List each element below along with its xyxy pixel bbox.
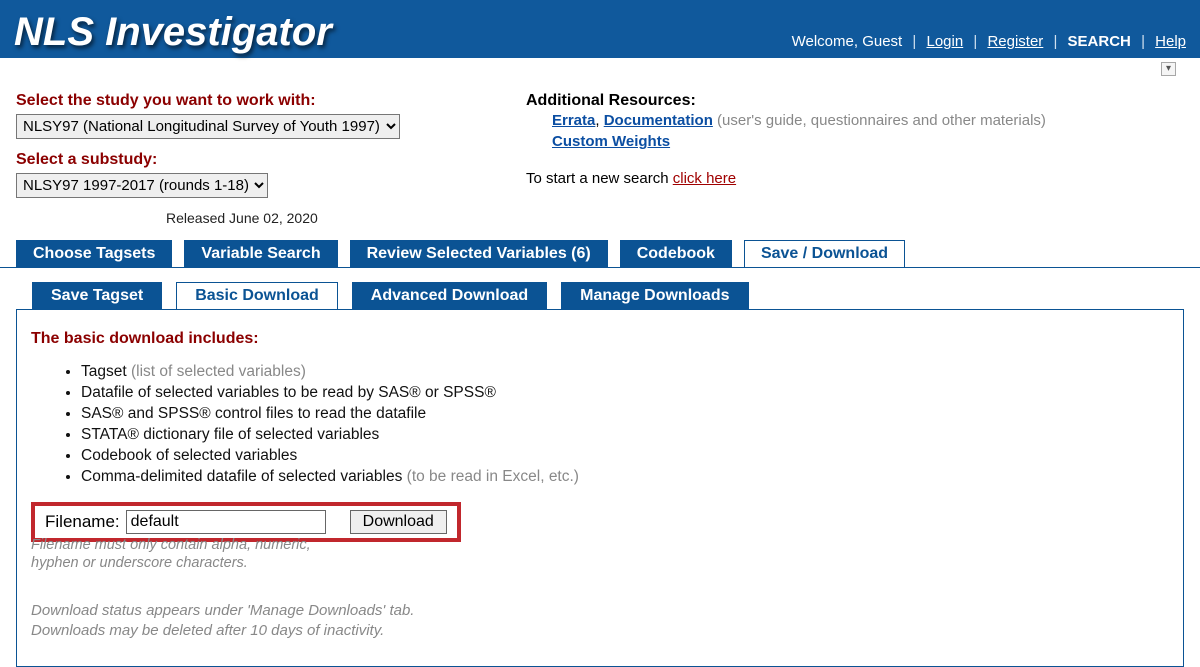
welcome-text: Welcome, Guest <box>792 33 903 50</box>
list-item: Codebook of selected variables <box>81 446 1169 467</box>
tab-variable-search[interactable]: Variable Search <box>184 240 337 268</box>
list-item: Tagset (list of selected variables) <box>81 362 1169 383</box>
tab-choose-tagsets[interactable]: Choose Tagsets <box>16 240 172 268</box>
collapse-icon[interactable]: ▾ <box>1161 62 1176 76</box>
content-panel: The basic download includes: Tagset (lis… <box>16 309 1184 667</box>
app-title: NLS Investigator <box>14 12 332 52</box>
list-item: Datafile of selected variables to be rea… <box>81 383 1169 404</box>
tab-manage-downloads[interactable]: Manage Downloads <box>561 282 748 310</box>
tab-basic-download[interactable]: Basic Download <box>176 282 338 310</box>
start-search-link[interactable]: click here <box>673 170 736 187</box>
released-text: Released June 02, 2020 <box>166 210 486 226</box>
substudy-label: Select a substudy: <box>16 151 486 169</box>
tab-codebook[interactable]: Codebook <box>620 240 732 268</box>
custom-weights-link[interactable]: Custom Weights <box>552 133 670 150</box>
list-item: Comma-delimited datafile of selected var… <box>81 467 1169 488</box>
filename-hint: Filename must only contain alpha, numeri… <box>31 536 1169 574</box>
errata-link[interactable]: Errata <box>552 112 595 129</box>
secondary-tabs: Save Tagset Basic Download Advanced Down… <box>32 282 1184 310</box>
tab-review-selected[interactable]: Review Selected Variables (6) <box>350 240 608 268</box>
study-label: Select the study you want to work with: <box>16 92 486 110</box>
primary-tabs: Choose Tagsets Variable Search Review Se… <box>0 240 1200 268</box>
app-header: NLS Investigator Welcome, Guest | Login … <box>0 0 1200 58</box>
includes-list: Tagset (list of selected variables) Data… <box>81 362 1169 488</box>
filename-label: Filename: <box>45 512 120 532</box>
top-nav: Welcome, Guest | Login | Register | SEAR… <box>792 33 1186 50</box>
start-search: To start a new search click here <box>526 170 1184 187</box>
upper-controls: Select the study you want to work with: … <box>0 76 1200 230</box>
documentation-link[interactable]: Documentation <box>604 112 713 129</box>
tab-advanced-download[interactable]: Advanced Download <box>352 282 547 310</box>
list-item: SAS® and SPSS® control files to read the… <box>81 404 1169 425</box>
study-select[interactable]: NLSY97 (National Longitudinal Survey of … <box>16 114 400 139</box>
resources-heading: Additional Resources: <box>526 92 1184 110</box>
login-link[interactable]: Login <box>926 33 963 50</box>
doc-note: (user's guide, questionnaires and other … <box>717 112 1046 129</box>
content-title: The basic download includes: <box>31 330 1169 348</box>
download-button[interactable]: Download <box>350 510 447 534</box>
download-note: Download status appears under 'Manage Do… <box>31 601 1169 642</box>
search-link[interactable]: SEARCH <box>1068 33 1131 50</box>
help-link[interactable]: Help <box>1155 33 1186 50</box>
filename-input[interactable] <box>126 510 326 534</box>
substudy-select[interactable]: NLSY97 1997-2017 (rounds 1-18) <box>16 173 268 198</box>
list-item: STATA® dictionary file of selected varia… <box>81 425 1169 446</box>
tab-save-download[interactable]: Save / Download <box>744 240 905 268</box>
register-link[interactable]: Register <box>987 33 1043 50</box>
tab-save-tagset[interactable]: Save Tagset <box>32 282 162 310</box>
